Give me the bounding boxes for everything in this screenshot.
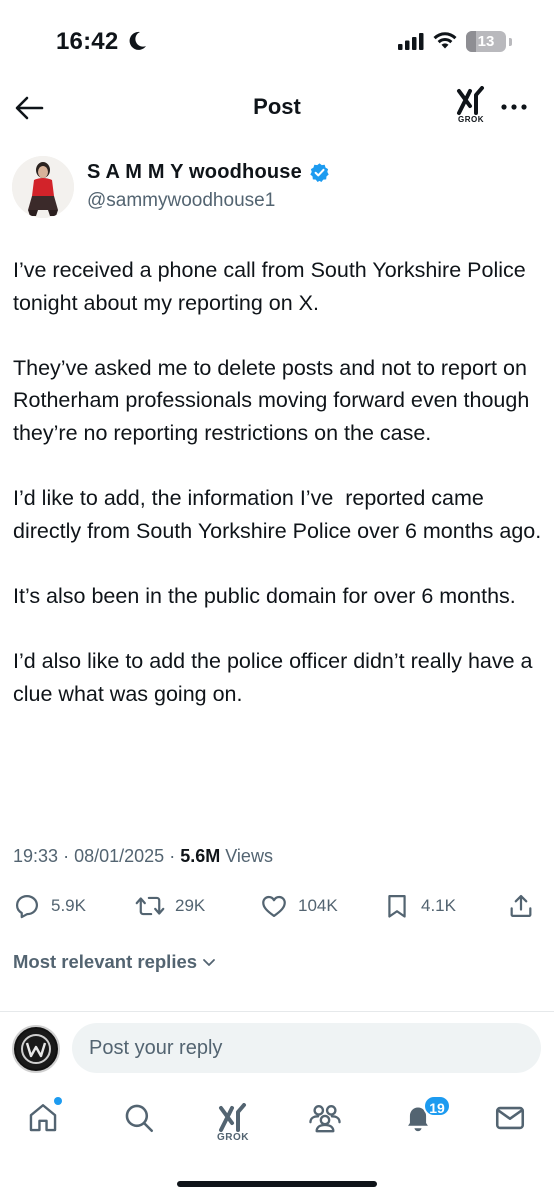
reply-icon — [15, 894, 39, 919]
home-notification-dot — [54, 1097, 62, 1105]
user-avatar-image — [16, 1029, 56, 1069]
tab-search[interactable] — [117, 1096, 161, 1140]
search-icon — [125, 1104, 154, 1133]
chevron-down-icon — [203, 959, 215, 966]
grok-tab-label: GROK — [217, 1132, 249, 1143]
status-bar: 16:42 13 — [0, 0, 554, 80]
tab-messages[interactable] — [488, 1096, 532, 1140]
communities-icon — [309, 1105, 341, 1133]
views-label: Views — [225, 846, 273, 866]
post-time: 19:33 — [13, 846, 59, 866]
home-icon — [29, 1104, 57, 1132]
back-button[interactable] — [14, 94, 46, 122]
bookmark-icon — [388, 894, 406, 918]
post-meta: 19:33 · 08/01/2025 · 5.6M Views — [13, 846, 273, 867]
avatar-image — [12, 156, 74, 218]
grok-button[interactable]: GROK — [454, 86, 488, 126]
repost-count: 29K — [175, 896, 206, 915]
battery-nub — [509, 38, 512, 46]
reply-input[interactable] — [72, 1023, 541, 1073]
home-indicator — [177, 1181, 377, 1187]
more-icon — [501, 104, 527, 110]
action-bar: 5.9K 29K 104K 4.1K — [0, 888, 554, 924]
meta-separator: · — [169, 846, 176, 866]
author-name-row[interactable]: S A M M Y woodhouse — [87, 161, 330, 184]
meta-separator: · — [63, 846, 70, 866]
like-button[interactable]: 104K — [260, 888, 338, 924]
wifi-icon — [433, 32, 457, 49]
share-icon — [510, 894, 532, 918]
envelope-icon — [495, 1106, 525, 1130]
share-button[interactable] — [507, 888, 545, 924]
battery-level: 13 — [477, 33, 495, 50]
reply-count: 5.9K — [51, 896, 86, 915]
grok-label: GROK — [458, 115, 484, 124]
status-time: 16:42 — [56, 28, 119, 55]
reply-button[interactable]: 5.9K — [13, 888, 86, 924]
verified-badge-icon — [310, 163, 329, 182]
moon-icon — [129, 31, 146, 50]
bookmark-button[interactable]: 4.1K — [383, 888, 456, 924]
notifications-badge: 19 — [423, 1095, 451, 1117]
back-arrow-icon — [15, 96, 44, 120]
replies-sort-label: Most relevant replies — [13, 951, 198, 972]
views-count[interactable]: 5.6M — [180, 846, 220, 866]
author-handle[interactable]: @sammywoodhouse1 — [87, 190, 275, 212]
repost-button[interactable]: 29K — [135, 888, 205, 924]
replies-sort-dropdown[interactable]: Most relevant replies — [13, 951, 217, 973]
bookmark-count: 4.1K — [421, 896, 456, 915]
tab-communities[interactable] — [303, 1096, 347, 1140]
user-avatar[interactable] — [12, 1025, 60, 1073]
post-date: 08/01/2025 — [74, 846, 165, 866]
battery-icon: 13 — [466, 31, 506, 52]
signal-icon — [398, 33, 424, 50]
more-button[interactable] — [498, 96, 530, 118]
author-avatar[interactable] — [12, 156, 74, 218]
grok-icon — [457, 86, 484, 115]
author-display-name: S A M M Y woodhouse — [87, 161, 302, 183]
heart-icon — [262, 895, 286, 918]
post-text: I’ve received a phone call from South Yo… — [13, 258, 542, 706]
repost-icon — [135, 896, 165, 916]
divider — [0, 1011, 554, 1012]
grok-tab-icon — [219, 1103, 246, 1132]
like-count: 104K — [298, 896, 338, 915]
